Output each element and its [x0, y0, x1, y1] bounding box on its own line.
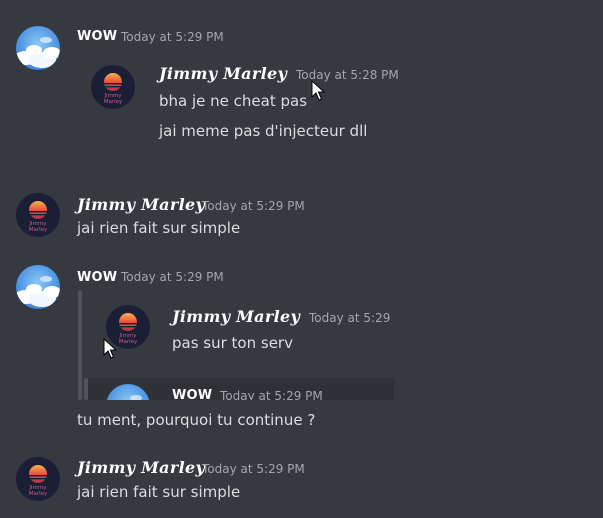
message-text: jai rien fait sur simple: [77, 483, 241, 501]
avatar[interactable]: [16, 26, 60, 70]
message-text: jai meme pas d'injecteur dll: [159, 122, 368, 140]
avatar[interactable]: [16, 193, 60, 237]
jimmy-marley-avatar-image: [16, 457, 60, 501]
username[interactable]: Jimmy Marley: [159, 64, 287, 83]
message-text: bha je ne cheat pas: [159, 92, 308, 110]
username[interactable]: Jimmy Marley: [77, 195, 205, 214]
username[interactable]: WOW: [77, 270, 117, 285]
username[interactable]: Jimmy Marley: [77, 458, 205, 477]
mouse-cursor-icon: [311, 80, 325, 102]
nested-quote: WOW Today at 5:29 PM: [84, 378, 394, 400]
message-text: jai rien fait sur simple: [77, 219, 241, 237]
message-text: tu ment, pourquoi tu continue ?: [77, 411, 316, 429]
username[interactable]: Jimmy Marley: [172, 307, 300, 326]
timestamp: Today at 5:29 PM: [202, 199, 305, 213]
jimmy-marley-avatar-image: [16, 193, 60, 237]
timestamp: Today at 5:29 PM: [220, 389, 323, 400]
username[interactable]: WOW: [77, 29, 117, 44]
timestamp: Today at 5:29 PM: [121, 30, 224, 44]
message-text: pas sur ton serv: [172, 334, 293, 352]
wow-avatar-image: [16, 26, 60, 70]
timestamp: Today at 5:29 PM: [121, 270, 224, 284]
wow-avatar-image: [16, 265, 60, 309]
mouse-cursor-icon: [103, 338, 117, 360]
timestamp: Today at 5:29 PM: [202, 462, 305, 476]
quote-bar: [78, 290, 82, 400]
avatar[interactable]: [16, 457, 60, 501]
jimmy-marley-avatar-image: [91, 65, 135, 109]
avatar[interactable]: [16, 265, 60, 309]
timestamp: Today at 5:29: [309, 311, 391, 325]
avatar[interactable]: [91, 65, 135, 109]
quote-bar: [84, 378, 88, 400]
username[interactable]: WOW: [172, 388, 212, 400]
